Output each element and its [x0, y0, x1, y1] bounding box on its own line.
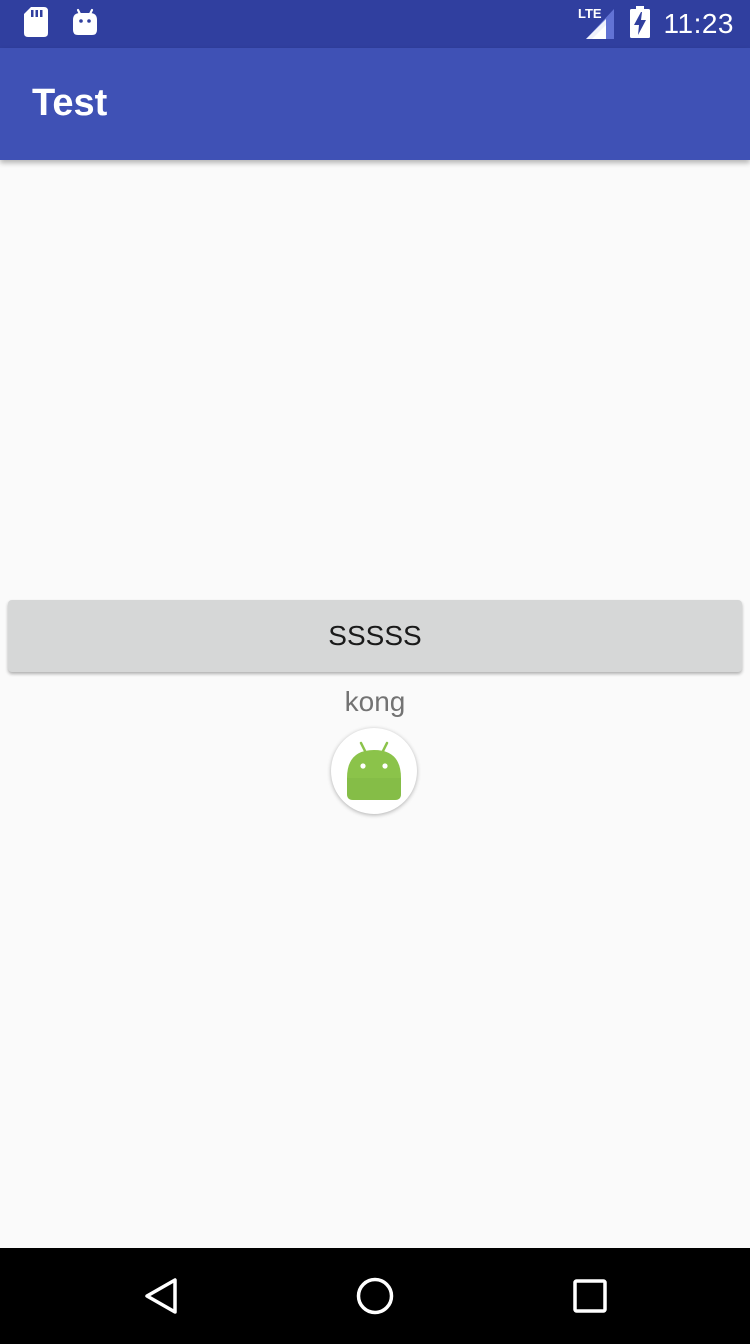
android-robot-icon — [347, 741, 401, 800]
status-bar: LTE 11:23 — [0, 0, 750, 48]
kong-label: kong — [344, 686, 406, 717]
android-debug-icon — [72, 8, 98, 41]
sssss-button[interactable]: SSSSS — [8, 600, 742, 672]
app-bar: Test — [0, 48, 750, 160]
sd-card-icon — [24, 6, 48, 42]
app-title: Test — [32, 82, 108, 124]
navigation-bar — [0, 1248, 750, 1344]
status-left-icons — [24, 6, 98, 42]
home-icon[interactable] — [351, 1272, 399, 1320]
screen: LTE 11:23 Test SSSSS kong — [0, 0, 750, 1344]
status-time: 11:23 — [663, 8, 734, 39]
android-image — [331, 728, 417, 814]
battery-charging-icon — [629, 5, 650, 43]
lte-label: LTE — [578, 6, 602, 21]
status-right-icons: LTE 11:23 — [578, 0, 735, 48]
back-icon[interactable] — [137, 1272, 185, 1320]
recents-icon[interactable] — [566, 1272, 614, 1320]
lte-signal-icon: LTE — [578, 5, 616, 44]
